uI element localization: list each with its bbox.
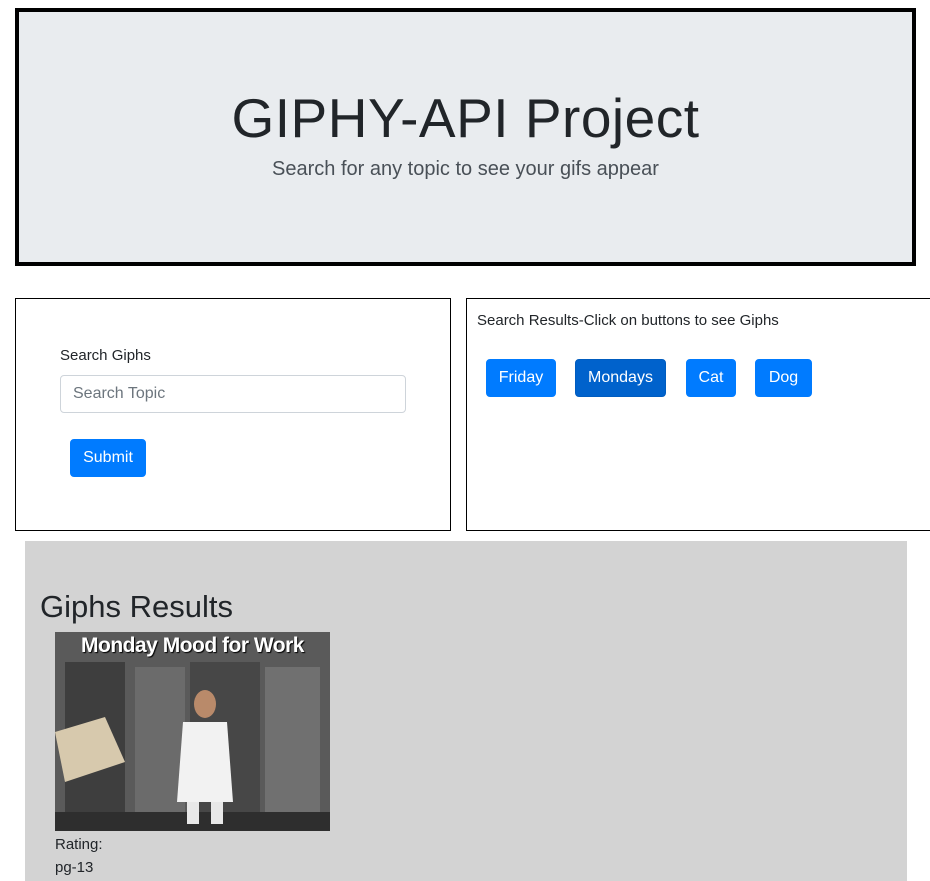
page-title: GIPHY-API Project [231, 87, 700, 149]
gif-caption: Monday Mood for Work [81, 634, 304, 657]
page-subtitle: Search for any topic to see your gifs ap… [272, 158, 659, 180]
topic-button-cat[interactable]: Cat [686, 359, 736, 397]
jumbotron: GIPHY-API Project Search for any topic t… [15, 8, 916, 266]
search-results-title: Search Results-Click on buttons to see G… [477, 312, 779, 329]
giphs-results-section: Giphs Results Monday Mood for Work Ratin… [25, 541, 907, 881]
submit-button[interactable]: Submit [70, 439, 146, 477]
topic-button-mondays[interactable]: Mondays [575, 359, 666, 397]
search-input[interactable] [60, 375, 406, 413]
gif-scene-illustration [55, 632, 330, 831]
rating-value: pg-13 [55, 859, 94, 876]
giphs-results-heading: Giphs Results [40, 589, 233, 624]
rating-label: Rating: [55, 836, 103, 853]
search-panel: Search Giphs Submit [15, 298, 451, 531]
search-label: Search Giphs [60, 347, 151, 364]
gif-image[interactable]: Monday Mood for Work [55, 632, 330, 831]
topic-button-dog[interactable]: Dog [755, 359, 812, 397]
topic-button-friday[interactable]: Friday [486, 359, 556, 397]
search-results-panel: Search Results-Click on buttons to see G… [466, 298, 930, 531]
